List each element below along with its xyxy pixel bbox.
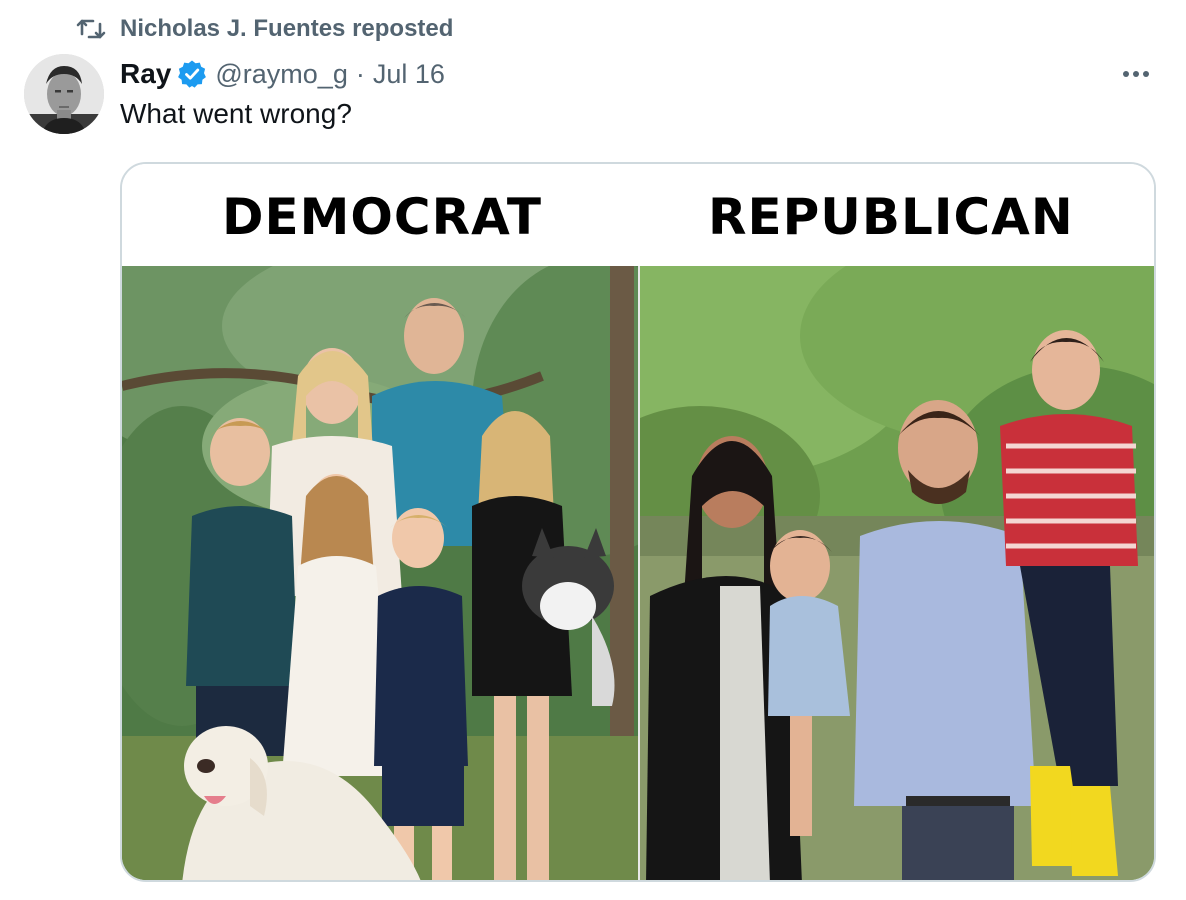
avatar-image xyxy=(24,54,104,134)
label-democrat: DEMOCRAT xyxy=(222,188,543,246)
more-options-icon[interactable] xyxy=(1116,60,1156,88)
repost-icon xyxy=(76,19,106,39)
right-photo-image xyxy=(640,266,1154,880)
more-dot xyxy=(1143,71,1149,77)
left-family-photo[interactable] xyxy=(122,266,638,880)
more-dot xyxy=(1133,71,1139,77)
avatar[interactable] xyxy=(24,54,104,134)
tweet-header: Ray @raymo_g · Jul 16 xyxy=(120,56,445,92)
separator-dot: · xyxy=(355,58,365,89)
verified-badge-icon xyxy=(178,60,207,88)
author-handle[interactable]: @raymo_g xyxy=(215,59,347,90)
more-dot xyxy=(1123,71,1129,77)
right-family-photo[interactable] xyxy=(640,266,1154,880)
repost-context[interactable]: Nicholas J. Fuentes reposted xyxy=(76,14,453,44)
tweet-date[interactable]: Jul 16 xyxy=(373,59,445,90)
tweet-media[interactable]: DEMOCRAT REPUBLICAN xyxy=(120,162,1156,882)
tweet-text: What went wrong? xyxy=(120,98,352,129)
label-republican: REPUBLICAN xyxy=(708,188,1074,246)
repost-label[interactable]: Nicholas J. Fuentes reposted xyxy=(120,15,453,43)
author-name[interactable]: Ray xyxy=(120,58,171,90)
image-label-bar: DEMOCRAT REPUBLICAN xyxy=(122,164,1154,266)
left-photo-image xyxy=(122,266,638,880)
